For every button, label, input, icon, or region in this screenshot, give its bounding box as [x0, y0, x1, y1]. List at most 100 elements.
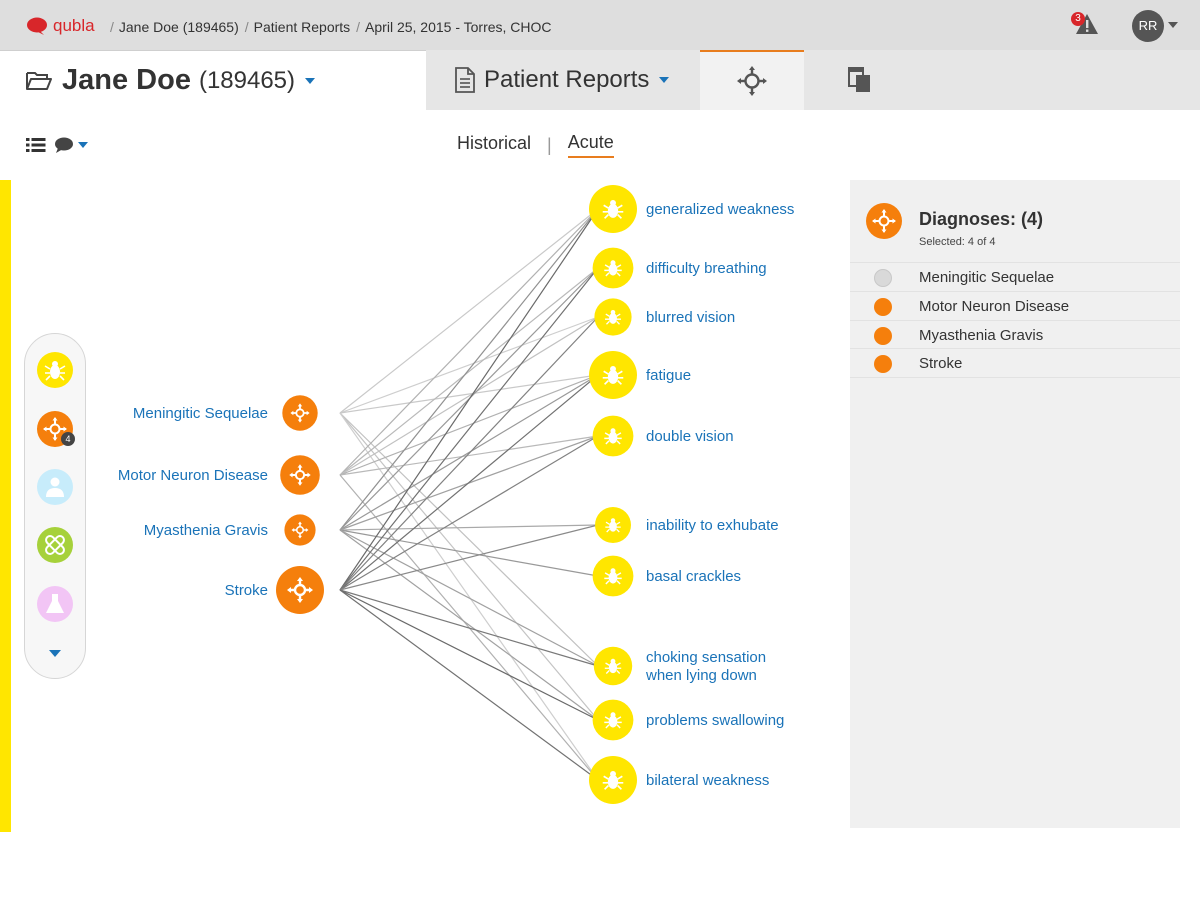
symptom-node-label[interactable]: basal crackles [646, 568, 741, 585]
reports-menu-caret-icon[interactable] [659, 77, 670, 83]
diagnosis-row[interactable]: Meningitic Sequelae [850, 262, 1180, 291]
breadcrumb-report-date[interactable]: April 25, 2015 - Torres, CHOC [365, 19, 551, 35]
subtabs: Historical | Acute [457, 132, 614, 158]
symptom-node[interactable]: bilateral weakness [589, 756, 769, 804]
symptom-node[interactable]: fatigue [589, 351, 691, 399]
symptom-node-label[interactable]: difficulty breathing [646, 260, 767, 277]
symptom-node[interactable]: difficulty breathing [592, 247, 767, 289]
top-bar: qubla / Jane Doe (189465) / Patient Repo… [0, 0, 1200, 51]
clinician-icon[interactable] [37, 469, 73, 505]
logo-bubble-icon [27, 17, 47, 35]
symptom-node[interactable]: problems swallowing [592, 699, 785, 741]
diagnosis-node[interactable]: Stroke [225, 566, 324, 614]
comment-menu-caret-icon[interactable] [78, 142, 88, 148]
user-avatar[interactable]: RR [1132, 10, 1164, 42]
diagnosis-node-label[interactable]: Meningitic Sequelae [133, 405, 268, 422]
more-categories-caret-icon[interactable] [49, 650, 61, 657]
symptom-node-label[interactable]: choking sensation when lying down [645, 649, 766, 684]
app-logo[interactable]: qubla [26, 16, 95, 36]
symptom-node[interactable]: double vision [592, 415, 734, 457]
breadcrumb-reports[interactable]: Patient Reports [254, 19, 351, 35]
symptom-node-label[interactable]: fatigue [646, 367, 691, 384]
tab-documents[interactable] [806, 50, 914, 110]
diagnosis-row[interactable]: Motor Neuron Disease [850, 291, 1180, 320]
subtab-acute[interactable]: Acute [567, 132, 614, 158]
graph-link [339, 589, 599, 781]
list-icon[interactable] [26, 137, 46, 153]
graph-link [339, 267, 599, 476]
patient-header[interactable]: Jane Doe (189465) [26, 64, 316, 97]
view-toolbar [26, 136, 88, 154]
patient-menu-caret-icon[interactable] [305, 77, 316, 84]
alert-count-badge: 3 [1071, 12, 1085, 26]
diagnosis-node-label[interactable]: Myasthenia Gravis [144, 522, 268, 539]
diagnosis-node-circle[interactable] [282, 395, 318, 431]
diagnoses-selected-count: Selected: 4 of 4 [919, 236, 996, 248]
graph-link [339, 524, 599, 531]
network-move-icon [737, 66, 767, 96]
graph-link [339, 435, 599, 476]
symptom-node[interactable]: choking sensation when lying down [593, 646, 766, 686]
diagnosis-row[interactable]: Stroke [850, 348, 1180, 378]
symptom-node[interactable]: generalized weakness [589, 185, 794, 233]
symptom-node-label[interactable]: problems swallowing [646, 712, 784, 729]
symptom-node-label[interactable]: double vision [646, 428, 734, 445]
graph-link [339, 412, 599, 781]
diagnosis-toggle[interactable] [874, 298, 892, 316]
view-tabs: Patient Reports [426, 50, 1200, 110]
graph-link [339, 208, 599, 476]
diagnosis-node-label[interactable]: Motor Neuron Disease [118, 467, 268, 484]
symptom-node[interactable]: inability to exhubate [595, 507, 779, 543]
document-icon [455, 67, 475, 93]
symptom-node-label[interactable]: bilateral weakness [646, 772, 769, 789]
diagnosis-node-circle[interactable] [276, 566, 324, 614]
diagnosis-toggle[interactable] [874, 355, 892, 373]
breadcrumb: / Jane Doe (189465) / Patient Reports / … [110, 19, 552, 35]
folder-open-icon [26, 71, 52, 90]
diagnosis-row-label: Stroke [919, 355, 963, 372]
diagnosis-node[interactable]: Myasthenia Gravis [144, 514, 316, 546]
graph-link [339, 316, 599, 591]
comment-icon[interactable] [54, 136, 76, 154]
graph-link [339, 374, 599, 476]
symptom-bug-icon[interactable] [37, 352, 73, 388]
graph-link [339, 529, 599, 577]
diagnosis-node-circle[interactable] [284, 514, 316, 546]
diagnoses-panel-title: Diagnoses: (4) [919, 209, 1044, 229]
diagnosis-toggle[interactable] [874, 327, 892, 345]
user-menu-caret-icon[interactable] [1168, 22, 1178, 28]
tab-patient-reports-label: Patient Reports [484, 66, 650, 93]
diagnosis-node-circle[interactable] [280, 455, 320, 495]
tab-diagnosis-network[interactable] [700, 50, 804, 110]
diagnosis-row-label: Meningitic Sequelae [919, 269, 1055, 286]
symptom-node[interactable]: blurred vision [594, 298, 735, 336]
graph-link [339, 529, 599, 667]
diagnosis-node-label[interactable]: Stroke [225, 582, 268, 599]
symptom-node-label[interactable]: blurred vision [646, 309, 735, 326]
graph-link [339, 208, 599, 414]
diagnosis-row-label: Motor Neuron Disease [919, 298, 1070, 315]
category-sidebar: 4 [24, 333, 86, 679]
lab-flask-icon[interactable] [37, 586, 73, 622]
app-name: qubla [53, 16, 95, 35]
diagnosis-node[interactable]: Meningitic Sequelae [133, 395, 318, 431]
graph-link [339, 267, 599, 591]
medication-bandage-icon[interactable] [37, 527, 73, 563]
diagnoses-panel: Diagnoses: (4) Selected: 4 of 4 Meningit… [850, 180, 1180, 828]
breadcrumb-patient[interactable]: Jane Doe (189465) [119, 19, 239, 35]
symptom-node-label[interactable]: inability to exhubate [646, 517, 779, 534]
graph-link [339, 316, 599, 476]
diagnosis-row-label: Myasthenia Gravis [919, 327, 1044, 344]
patient-name: Jane Doe [62, 64, 191, 96]
diagnosis-toggle[interactable] [874, 269, 892, 287]
diagnosis-node[interactable]: Motor Neuron Disease [118, 455, 320, 495]
category-indicator-bar [0, 180, 11, 832]
graph-link [339, 208, 599, 591]
tab-patient-reports[interactable]: Patient Reports [426, 50, 698, 110]
diagnosis-count-badge: 4 [61, 432, 75, 446]
symptom-node-label[interactable]: generalized weakness [646, 201, 794, 218]
subtab-historical[interactable]: Historical [457, 133, 531, 157]
patient-id: (189465) [198, 66, 296, 94]
diagnosis-row[interactable]: Myasthenia Gravis [850, 320, 1180, 349]
symptom-node[interactable]: basal crackles [592, 555, 741, 597]
